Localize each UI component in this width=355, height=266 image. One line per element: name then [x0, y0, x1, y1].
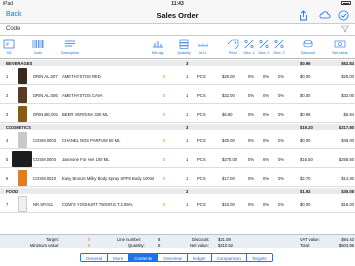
disc2-column-button[interactable]: Disc. 2	[257, 39, 271, 59]
svg-text:#: #	[6, 42, 9, 48]
quantity-column-button[interactable]: Quantity	[175, 39, 193, 59]
nav-bar: Back Sales Order	[0, 7, 355, 24]
product-thumbnail	[18, 132, 27, 148]
tab-comparison[interactable]: Comparison	[211, 254, 247, 261]
product-thumbnail	[18, 196, 27, 212]
discount-value: $21.08	[218, 237, 231, 242]
code-column-button[interactable]: Code	[30, 39, 46, 59]
min-value: 0	[88, 242, 91, 248]
percent-icon	[274, 39, 284, 49]
group-row-food[interactable]: FOOD 2 $1.92 $30.08	[0, 188, 355, 194]
target-label: Target:	[46, 237, 59, 242]
discount-column-button[interactable]: Discount	[300, 39, 316, 59]
table-row[interactable]: 1 DRIN.AL.007 AMETHYSTOS RED 0 1 PCS $25…	[0, 67, 355, 85]
tab-targets[interactable]: Targets	[246, 254, 272, 261]
order-summary: Target: 0 Minimum value: 0 Line number: …	[0, 234, 355, 248]
min-qty-icon	[153, 41, 163, 48]
sn-column-button[interactable]: # SN	[2, 39, 16, 59]
vat-value: $94.43	[341, 237, 354, 242]
cloud-sync-icon[interactable]	[319, 10, 331, 21]
code-search-bar[interactable]: Code	[0, 24, 355, 36]
total-label: Total:	[300, 242, 311, 248]
table-row[interactable]: 2 DRIN.AL.006 AMETHYSTOS CAVA 0 1 PCS $3…	[0, 86, 355, 104]
percent-icon	[244, 39, 254, 49]
table-row[interactable]: 5 COSM.0004 Jasmone For Her 100 ML 0 1 P…	[0, 150, 355, 168]
barcode-icon	[32, 40, 44, 48]
sort-number-icon: #	[3, 39, 15, 49]
line-number-label: Line number:	[117, 237, 142, 242]
disc3-column-button[interactable]: Disc. 3	[272, 39, 286, 59]
percent-icon	[259, 39, 269, 49]
min-qty-column-button[interactable]: Min qty.	[148, 39, 168, 59]
table-row[interactable]: 7 NR.SP.011 COW'S YOGHURT 750GR.E.T.2.85…	[0, 195, 355, 213]
net-value-icon	[334, 40, 346, 48]
vat-label: VAT value:	[300, 237, 320, 242]
price-tag-icon	[227, 39, 239, 49]
quantity-label: Quantity:	[128, 242, 145, 248]
group-row-cosmetics[interactable]: COSMETICS 3 $19.20 $317.80	[0, 124, 355, 130]
net-value: $410.52	[218, 242, 234, 248]
min-value-label: Minimum value:	[30, 242, 60, 248]
column-toolbar: # SN Code Description Min qty. Quantity …	[0, 37, 355, 59]
filter-icon[interactable]	[340, 25, 350, 35]
target-value: 0	[88, 237, 91, 242]
table-row[interactable]: 3 DRIN.BE.001 BEER VERGINA 330 ML 0 1 PC…	[0, 105, 355, 123]
description-column-button[interactable]: Description	[58, 39, 82, 59]
table-row[interactable]: 6 COSM.0010 Easy Bronze Milky Body Spray…	[0, 169, 355, 187]
quantity-value: 8	[158, 242, 161, 248]
tab-ledger[interactable]: ledger	[188, 254, 212, 261]
tab-more[interactable]: More	[108, 254, 130, 261]
product-thumbnail	[18, 87, 27, 103]
discount-label: Discount:	[192, 237, 210, 242]
total-value: $504.95	[338, 242, 354, 248]
tab-contents[interactable]: Contents	[129, 254, 159, 261]
product-thumbnail	[18, 170, 27, 186]
battery-icon	[341, 1, 351, 5]
status-bar: iPad 11:43	[0, 0, 355, 7]
net-value-label: Net value:	[190, 242, 209, 248]
mu-column-button[interactable]: M.U.	[196, 39, 210, 59]
confirm-icon[interactable]	[338, 10, 349, 21]
share-icon[interactable]	[298, 10, 309, 21]
disc1-column-button[interactable]: Disc. 1	[242, 39, 256, 59]
table-row[interactable]: 4 COSM.0003 CHANEL NOS PARFUM 50 ML 0 1 …	[0, 131, 355, 149]
section-tabs: General More Contents Overview ledger Co…	[80, 253, 273, 262]
discount-coins-icon	[303, 40, 313, 48]
group-row-beverages[interactable]: BEVERAGES 3 $0.96 $62.84	[0, 60, 355, 66]
tab-overview[interactable]: Overview	[158, 254, 189, 261]
text-lines-icon	[65, 40, 75, 47]
measure-unit-icon	[198, 43, 208, 47]
stack-icon	[179, 39, 189, 49]
net-value-column-button[interactable]: Net value	[330, 39, 350, 59]
product-thumbnail	[18, 68, 27, 84]
product-thumbnail	[18, 106, 27, 122]
product-thumbnail	[12, 151, 32, 167]
tab-general[interactable]: General	[81, 254, 109, 261]
code-field-label: Code	[6, 26, 21, 32]
line-number-value: 8	[158, 237, 161, 242]
price-column-button[interactable]: Price	[226, 39, 240, 59]
